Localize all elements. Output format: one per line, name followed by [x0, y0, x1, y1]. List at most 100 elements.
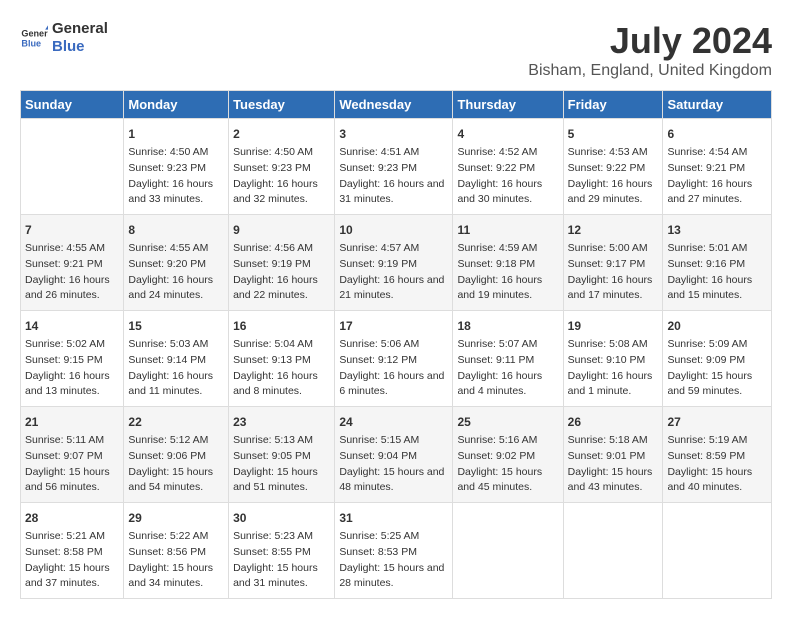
- column-header-friday: Friday: [563, 91, 663, 119]
- day-cell: 9Sunrise: 4:56 AMSunset: 9:19 PMDaylight…: [229, 215, 335, 311]
- daylight-hours: Daylight: 16 hours and 21 minutes.: [339, 273, 448, 305]
- sunset-time: Sunset: 9:23 PM: [233, 161, 330, 177]
- sunset-time: Sunset: 9:12 PM: [339, 353, 448, 369]
- day-number: 27: [667, 413, 767, 431]
- sunset-time: Sunset: 9:10 PM: [568, 353, 659, 369]
- sunset-time: Sunset: 9:22 PM: [568, 161, 659, 177]
- day-cell: 23Sunrise: 5:13 AMSunset: 9:05 PMDayligh…: [229, 407, 335, 503]
- sunset-time: Sunset: 9:23 PM: [339, 161, 448, 177]
- daylight-hours: Daylight: 16 hours and 27 minutes.: [667, 177, 767, 209]
- day-info: Sunrise: 4:50 AMSunset: 9:23 PMDaylight:…: [128, 145, 224, 208]
- sunrise-time: Sunrise: 4:50 AM: [128, 145, 224, 161]
- day-cell: 30Sunrise: 5:23 AMSunset: 8:55 PMDayligh…: [229, 503, 335, 599]
- day-info: Sunrise: 4:50 AMSunset: 9:23 PMDaylight:…: [233, 145, 330, 208]
- daylight-hours: Daylight: 16 hours and 1 minute.: [568, 369, 659, 401]
- day-info: Sunrise: 5:03 AMSunset: 9:14 PMDaylight:…: [128, 337, 224, 400]
- day-number: 21: [25, 413, 119, 431]
- logo: General Blue General Blue: [20, 20, 108, 56]
- day-cell: 19Sunrise: 5:08 AMSunset: 9:10 PMDayligh…: [563, 311, 663, 407]
- day-cell: 14 Sunrise: 5:02 AMSunset: 9:15 PMDayligh…: [21, 311, 124, 407]
- daylight-hours: Daylight: 16 hours and 8 minutes.: [233, 369, 330, 401]
- day-number: 13: [667, 221, 767, 239]
- day-number: 29: [128, 509, 224, 527]
- sunset-time: Sunset: 9:02 PM: [457, 449, 558, 465]
- day-number: 4: [457, 125, 558, 143]
- daylight-hours: Daylight: 16 hours and 33 minutes.: [128, 177, 224, 209]
- daylight-hours: Daylight: 15 hours and 56 minutes.: [25, 465, 119, 497]
- day-info: Sunrise: 5:00 AMSunset: 9:17 PMDaylight:…: [568, 241, 659, 304]
- day-cell: [663, 503, 772, 599]
- day-cell: 21Sunrise: 5:11 AMSunset: 9:07 PMDayligh…: [21, 407, 124, 503]
- day-info: Sunrise: 5:08 AMSunset: 9:10 PMDaylight:…: [568, 337, 659, 400]
- day-cell: 1 Sunrise: 4:50 AMSunset: 9:23 PMDaylight…: [124, 119, 229, 215]
- day-info: Sunrise: 5:25 AMSunset: 8:53 PMDaylight:…: [339, 529, 448, 592]
- daylight-hours: Daylight: 15 hours and 48 minutes.: [339, 465, 448, 497]
- daylight-hours: Daylight: 15 hours and 40 minutes.: [667, 465, 767, 497]
- header: General Blue General Blue July 2024 Bish…: [20, 20, 772, 80]
- day-cell: 22Sunrise: 5:12 AMSunset: 9:06 PMDayligh…: [124, 407, 229, 503]
- sunrise-time: Sunrise: 5:09 AM: [667, 337, 767, 353]
- day-cell: 15Sunrise: 5:03 AMSunset: 9:14 PMDayligh…: [124, 311, 229, 407]
- day-info: Sunrise: 5:23 AMSunset: 8:55 PMDaylight:…: [233, 529, 330, 592]
- sunset-time: Sunset: 9:16 PM: [667, 257, 767, 273]
- day-info: Sunrise: 5:18 AMSunset: 9:01 PMDaylight:…: [568, 433, 659, 496]
- day-info: Sunrise: 5:12 AMSunset: 9:06 PMDaylight:…: [128, 433, 224, 496]
- daylight-hours: Daylight: 15 hours and 28 minutes.: [339, 561, 448, 593]
- daylight-hours: Daylight: 16 hours and 24 minutes.: [128, 273, 224, 305]
- day-cell: 6Sunrise: 4:54 AMSunset: 9:21 PMDaylight…: [663, 119, 772, 215]
- sunset-time: Sunset: 9:09 PM: [667, 353, 767, 369]
- sunset-time: Sunset: 9:18 PM: [457, 257, 558, 273]
- sunset-time: Sunset: 9:01 PM: [568, 449, 659, 465]
- day-number: 10: [339, 221, 448, 239]
- daylight-hours: Daylight: 16 hours and 17 minutes.: [568, 273, 659, 305]
- sunrise-time: Sunrise: 4:55 AM: [128, 241, 224, 257]
- day-info: Sunrise: 5:02 AMSunset: 9:15 PMDaylight:…: [25, 337, 119, 400]
- day-cell: 5Sunrise: 4:53 AMSunset: 9:22 PMDaylight…: [563, 119, 663, 215]
- sunrise-time: Sunrise: 5:23 AM: [233, 529, 330, 545]
- column-header-saturday: Saturday: [663, 91, 772, 119]
- column-header-wednesday: Wednesday: [335, 91, 453, 119]
- sunset-time: Sunset: 9:06 PM: [128, 449, 224, 465]
- daylight-hours: Daylight: 16 hours and 6 minutes.: [339, 369, 448, 401]
- week-row-2: 7Sunrise: 4:55 AMSunset: 9:21 PMDaylight…: [21, 215, 772, 311]
- daylight-hours: Daylight: 15 hours and 59 minutes.: [667, 369, 767, 401]
- day-number: 24: [339, 413, 448, 431]
- day-cell: 3Sunrise: 4:51 AMSunset: 9:23 PMDaylight…: [335, 119, 453, 215]
- daylight-hours: Daylight: 16 hours and 31 minutes.: [339, 177, 448, 209]
- svg-text:General: General: [21, 29, 48, 39]
- day-cell: 2Sunrise: 4:50 AMSunset: 9:23 PMDaylight…: [229, 119, 335, 215]
- day-info: Sunrise: 4:53 AMSunset: 9:22 PMDaylight:…: [568, 145, 659, 208]
- day-number: 1: [128, 125, 224, 143]
- sunrise-time: Sunrise: 5:04 AM: [233, 337, 330, 353]
- day-number: 14: [25, 317, 119, 335]
- day-cell: 25Sunrise: 5:16 AMSunset: 9:02 PMDayligh…: [453, 407, 563, 503]
- column-header-tuesday: Tuesday: [229, 91, 335, 119]
- day-number: 20: [667, 317, 767, 335]
- day-cell: 27Sunrise: 5:19 AMSunset: 8:59 PMDayligh…: [663, 407, 772, 503]
- sunrise-time: Sunrise: 4:52 AM: [457, 145, 558, 161]
- sunset-time: Sunset: 8:58 PM: [25, 545, 119, 561]
- sunset-time: Sunset: 9:17 PM: [568, 257, 659, 273]
- daylight-hours: Daylight: 16 hours and 30 minutes.: [457, 177, 558, 209]
- daylight-hours: Daylight: 16 hours and 19 minutes.: [457, 273, 558, 305]
- sunrise-time: Sunrise: 4:57 AM: [339, 241, 448, 257]
- day-info: Sunrise: 4:55 AMSunset: 9:20 PMDaylight:…: [128, 241, 224, 304]
- daylight-hours: Daylight: 16 hours and 26 minutes.: [25, 273, 119, 305]
- header-row: SundayMondayTuesdayWednesdayThursdayFrid…: [21, 91, 772, 119]
- daylight-hours: Daylight: 15 hours and 34 minutes.: [128, 561, 224, 593]
- sunset-time: Sunset: 9:15 PM: [25, 353, 119, 369]
- sunrise-time: Sunrise: 4:59 AM: [457, 241, 558, 257]
- sunrise-time: Sunrise: 4:54 AM: [667, 145, 767, 161]
- day-cell: 8Sunrise: 4:55 AMSunset: 9:20 PMDaylight…: [124, 215, 229, 311]
- sunrise-time: Sunrise: 4:55 AM: [25, 241, 119, 257]
- day-cell: 13 Sunrise: 5:01 AMSunset: 9:16 PMDayligh…: [663, 215, 772, 311]
- week-row-1: 1Sunrise: 4:50 AMSunset: 9:23 PMDaylight…: [21, 119, 772, 215]
- sunset-time: Sunset: 9:22 PM: [457, 161, 558, 177]
- daylight-hours: Daylight: 15 hours and 43 minutes.: [568, 465, 659, 497]
- sunrise-time: Sunrise: 5:15 AM: [339, 433, 448, 449]
- day-info: Sunrise: 4:52 AMSunset: 9:22 PMDaylight:…: [457, 145, 558, 208]
- day-number: 12: [568, 221, 659, 239]
- day-cell: 20 Sunrise: 5:09 AMSunset: 9:09 PMDayligh…: [663, 311, 772, 407]
- day-info: Sunrise: 5:22 AMSunset: 8:56 PMDaylight:…: [128, 529, 224, 592]
- day-info: Sunrise: 5:01 AMSunset: 9:16 PMDaylight:…: [667, 241, 767, 304]
